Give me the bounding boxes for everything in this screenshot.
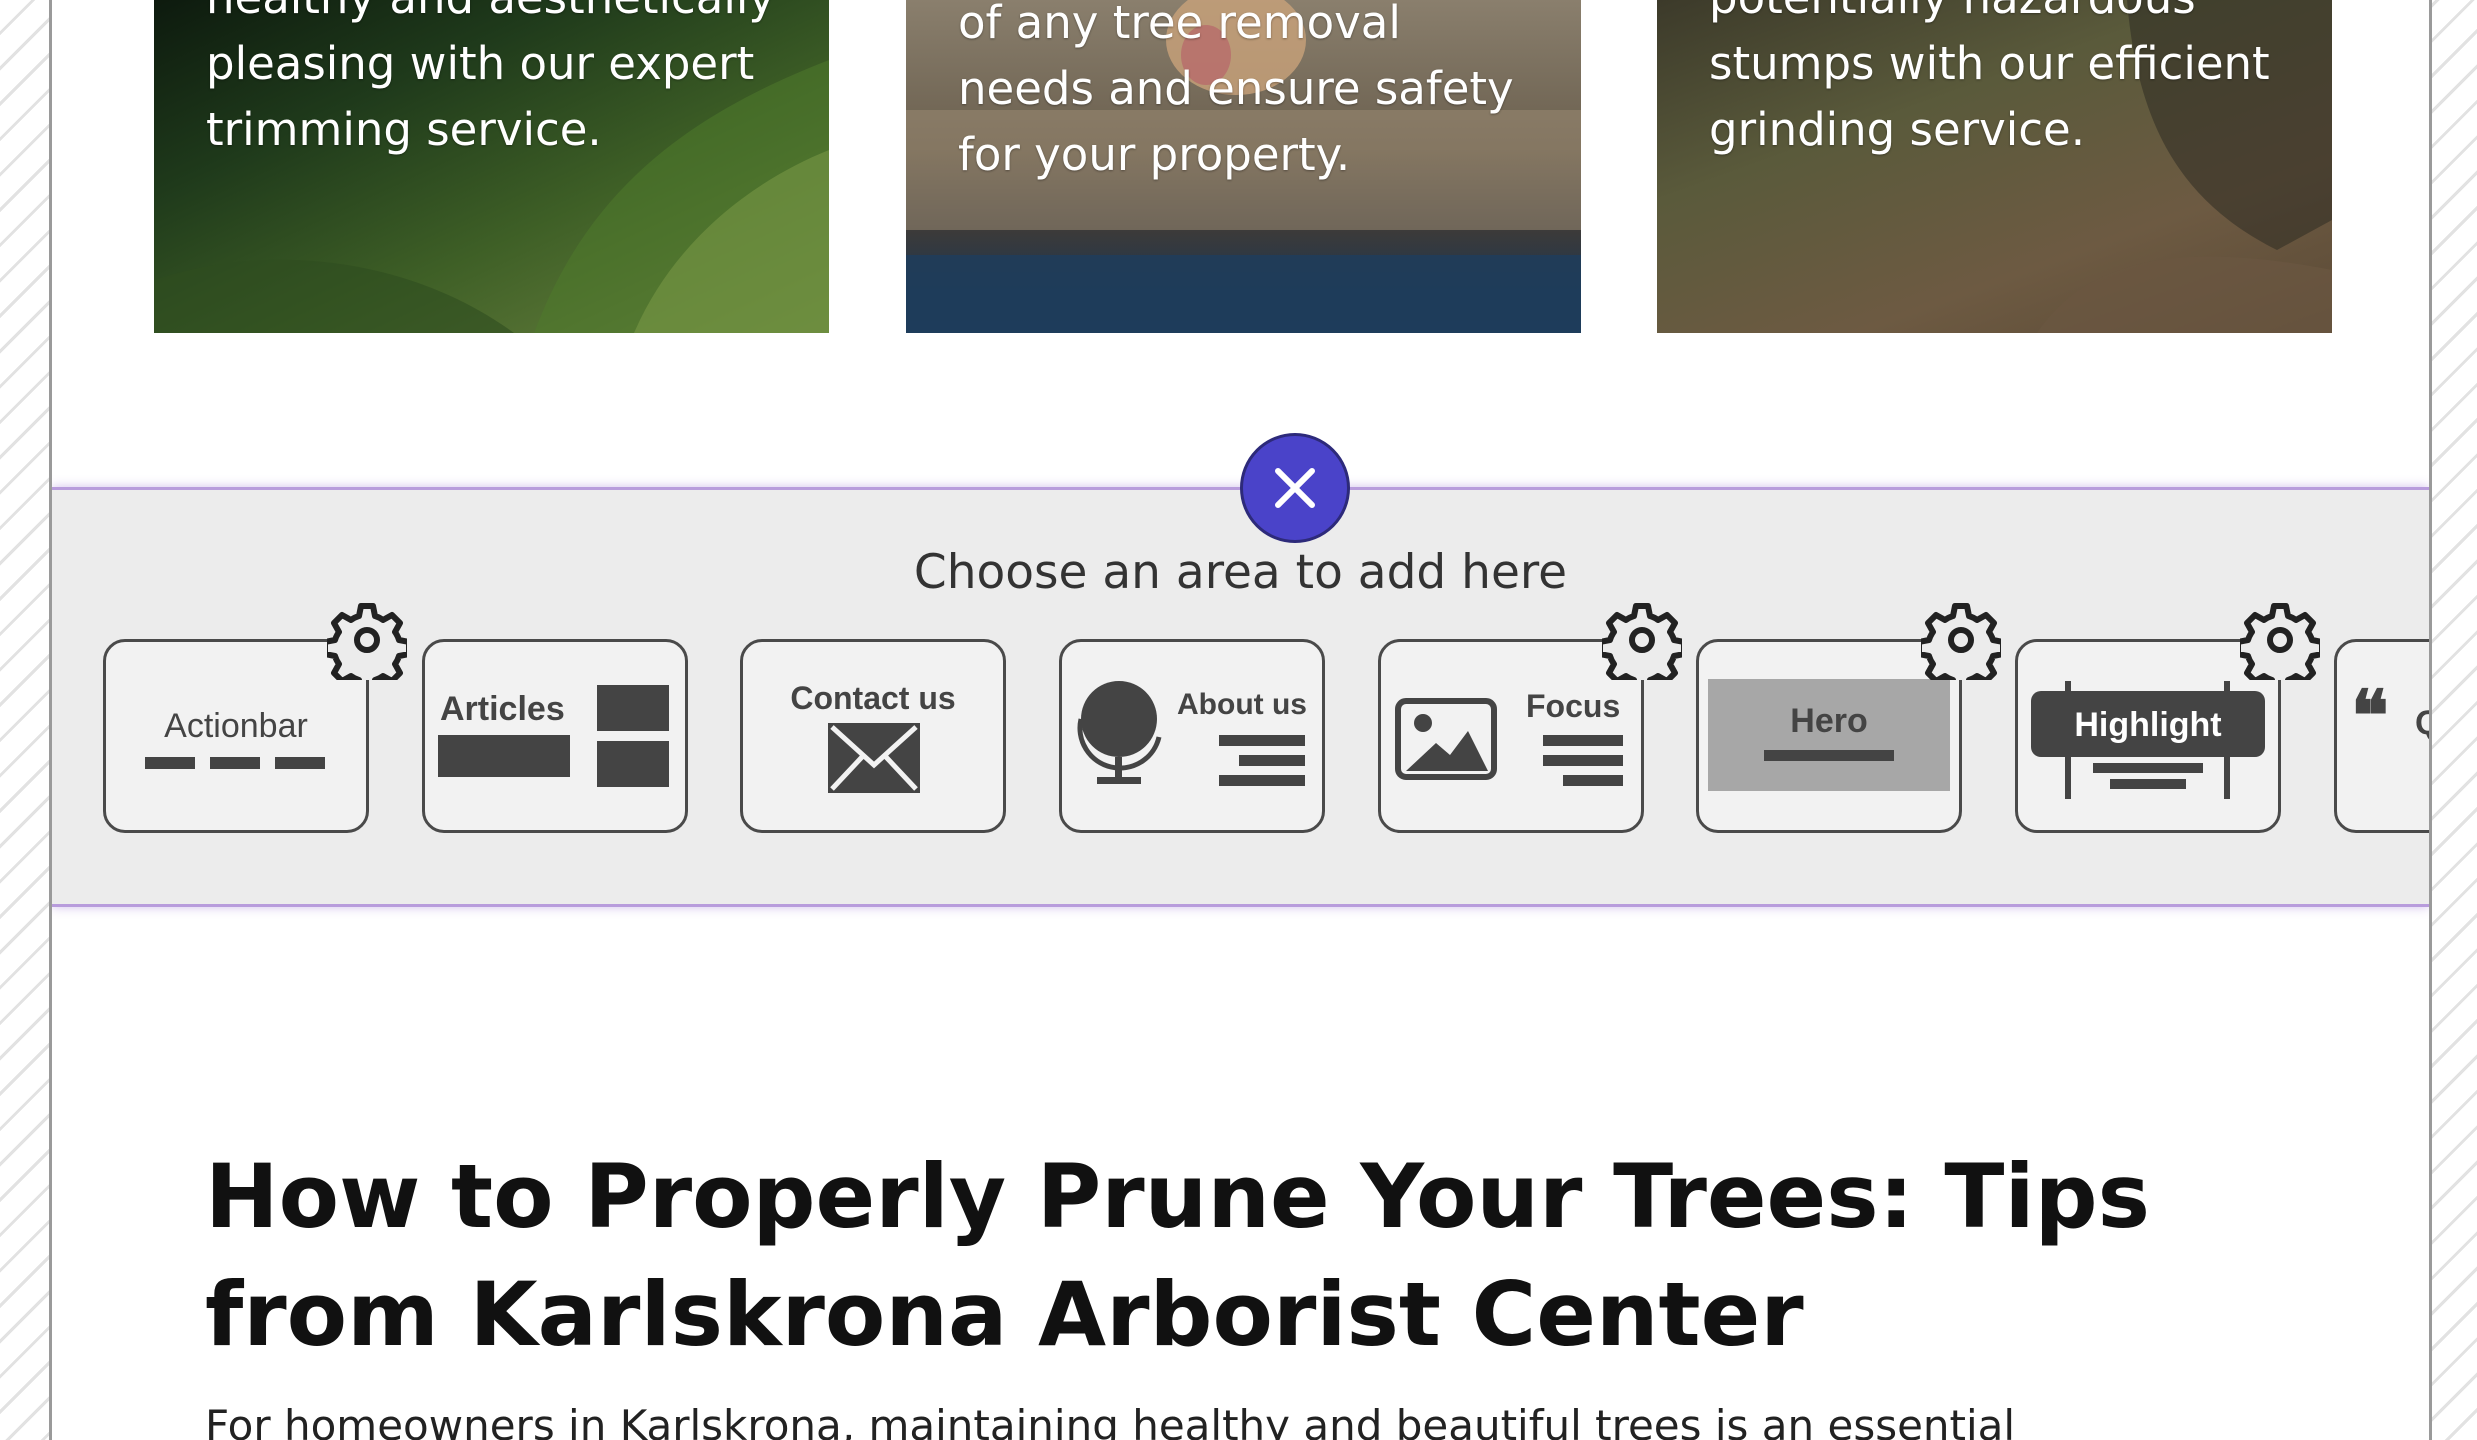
article-title: How to Properly Prune Your Trees: Tips f… (205, 1145, 2150, 1366)
service-card-text: of any tree removal needs and ensure saf… (958, 0, 1514, 181)
area-tile-quote[interactable]: ❝ Q (2334, 639, 2429, 833)
envelope-icon (828, 723, 920, 793)
quote-mark-icon: ❝ (2351, 674, 2389, 757)
area-tile-about-us[interactable]: About us (1059, 639, 1325, 833)
area-tile-label: Q (2415, 704, 2429, 743)
close-area-picker-button[interactable] (1240, 433, 1350, 543)
articles-preview-icon (438, 685, 669, 787)
area-picker-title: Choose an area to add here (913, 545, 1568, 600)
highlight-settings-gear-icon[interactable] (2240, 600, 2320, 680)
close-icon (1275, 468, 1315, 508)
globe-icon (1077, 681, 1305, 786)
page-canvas: healthy and aesthetically pleasing with … (49, 0, 2432, 1440)
service-card-removal[interactable]: of any tree removal needs and ensure saf… (906, 0, 1581, 333)
area-picker-panel: Choose an area to add here Actionbar Art… (52, 487, 2429, 907)
area-tile-label: Highlight (2074, 706, 2222, 744)
area-tile-label: Hero (1790, 702, 1868, 740)
focus-settings-gear-icon[interactable] (1602, 600, 1682, 680)
area-tile-articles[interactable]: Articles (422, 639, 688, 833)
service-card-text: healthy and aesthetically pleasing with … (206, 0, 775, 156)
service-card-trimming[interactable]: healthy and aesthetically pleasing with … (154, 0, 829, 333)
hero-settings-gear-icon[interactable] (1921, 600, 2001, 680)
area-tile-contact-us[interactable]: Contact us (740, 639, 1006, 833)
actionbar-settings-gear-icon[interactable] (327, 600, 407, 680)
service-card-text: potentially hazardous stumps with our ef… (1709, 0, 2270, 156)
article-intro: For homeowners in Karlskrona, maintainin… (205, 1401, 2016, 1440)
service-card-stump-grinding[interactable]: potentially hazardous stumps with our ef… (1657, 0, 2332, 333)
